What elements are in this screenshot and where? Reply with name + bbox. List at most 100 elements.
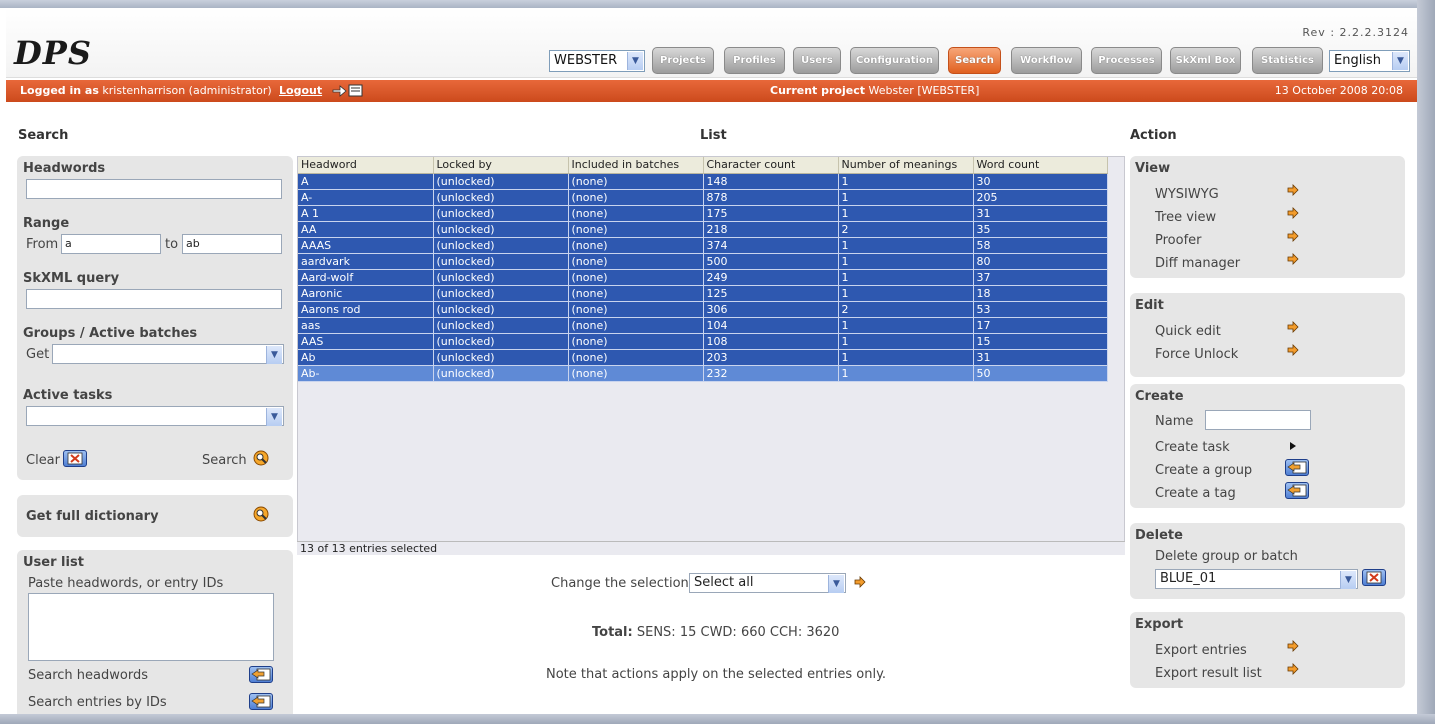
arrow-right-icon[interactable] [1287, 344, 1299, 356]
nav-users[interactable]: Users [793, 47, 841, 74]
change-selection-select[interactable]: Select all ▼ [689, 573, 846, 593]
search-icon[interactable] [253, 450, 271, 468]
action-section-title: Action [1130, 128, 1177, 143]
delete-title: Delete [1135, 528, 1183, 543]
create-group-action[interactable]: Create a group [1155, 463, 1252, 478]
table-row[interactable]: aardvark (unlocked) (none) 500 1 80 [298, 253, 1108, 270]
force-unlock-action[interactable]: Force Unlock [1155, 347, 1238, 362]
table-row[interactable]: A 1 (unlocked) (none) 175 1 31 [298, 205, 1108, 222]
user-list-textarea[interactable] [28, 593, 274, 661]
language-select[interactable]: English ▼ [1329, 50, 1410, 72]
table-row[interactable]: AAS (unlocked) (none) 108 1 15 [298, 333, 1108, 350]
entry-table-body: A (unlocked) (none) 148 1 30 A- (unlocked) (none… [298, 173, 1108, 382]
nav-processes[interactable]: Processes [1091, 47, 1162, 74]
table-row[interactable]: AAAS (unlocked) (none) 374 1 58 [298, 237, 1108, 254]
export-result-list-action[interactable]: Export result list [1155, 666, 1262, 681]
proofer-action[interactable]: Proofer [1155, 233, 1202, 248]
cell-locked-by: (unlocked) [433, 253, 569, 270]
column-header-character-count[interactable]: Character count [703, 157, 839, 174]
nav-skxml-box[interactable]: SkXml Box [1170, 47, 1241, 74]
app-logo: DPS [14, 34, 92, 72]
table-row[interactable]: A (unlocked) (none) 148 1 30 [298, 173, 1108, 190]
range-from-input[interactable]: a [61, 234, 161, 254]
table-row[interactable]: AA (unlocked) (none) 218 2 35 [298, 221, 1108, 238]
arrow-right-icon[interactable] [1287, 184, 1299, 196]
header: DPS Rev : 2.2.2.3124 WEBSTER ▼ Projects … [6, 8, 1417, 78]
cell-locked-by: (unlocked) [433, 221, 569, 238]
create-tag-button[interactable] [1285, 482, 1309, 499]
nav-configuration[interactable]: Configuration [850, 47, 939, 74]
clear-button[interactable] [63, 450, 87, 467]
quick-edit-action[interactable]: Quick edit [1155, 324, 1221, 339]
column-header-word-count[interactable]: Word count [973, 157, 1108, 174]
groups-batches-select[interactable]: ▼ [52, 344, 284, 364]
arrow-right-icon[interactable] [1287, 663, 1299, 675]
cell-batches: (none) [568, 189, 704, 206]
create-panel: Create Name Create task Create a group C… [1130, 384, 1405, 508]
delete-group-select[interactable]: BLUE_01 ▼ [1155, 569, 1358, 589]
cell-batches: (none) [568, 269, 704, 286]
arrow-right-icon[interactable] [1287, 321, 1299, 333]
arrow-right-icon[interactable] [1287, 207, 1299, 219]
table-row[interactable]: Aarons rod (unlocked) (none) 306 2 53 [298, 301, 1108, 318]
create-task-action[interactable]: Create task [1155, 440, 1230, 455]
cell-locked-by: (unlocked) [433, 333, 569, 350]
search-icon[interactable] [253, 506, 271, 524]
app: DPS Rev : 2.2.2.3124 WEBSTER ▼ Projects … [6, 8, 1417, 714]
delete-group-label: Delete group or batch [1155, 549, 1298, 564]
create-group-button[interactable] [1285, 459, 1309, 476]
column-header-batches[interactable]: Included in batches [568, 157, 704, 174]
total-value: SENS: 15 CWD: 660 CCH: 3620 [636, 625, 840, 640]
column-header-locked-by[interactable]: Locked by [433, 157, 569, 174]
table-row[interactable]: Aard-wolf (unlocked) (none) 249 1 37 [298, 269, 1108, 286]
cell-word-count: 17 [973, 317, 1108, 334]
cell-word-count: 30 [973, 173, 1108, 190]
cell-word-count: 53 [973, 301, 1108, 318]
cell-word-count: 37 [973, 269, 1108, 286]
cell-headword: Ab- [298, 365, 434, 382]
user-list-title: User list [23, 555, 84, 570]
logout-link[interactable]: Logout [279, 80, 322, 102]
table-row[interactable]: Aaronic (unlocked) (none) 125 1 18 [298, 285, 1108, 302]
delete-group-button[interactable] [1362, 569, 1386, 586]
switch-project-icon[interactable] [332, 83, 364, 98]
range-to-input[interactable]: ab [182, 234, 282, 254]
project-select-value: WEBSTER [554, 53, 618, 68]
name-input[interactable] [1205, 410, 1311, 430]
arrow-right-icon[interactable] [1287, 230, 1299, 242]
diff-manager-action[interactable]: Diff manager [1155, 256, 1240, 271]
skxml-query-input[interactable] [26, 289, 282, 309]
table-row[interactable]: A- (unlocked) (none) 878 1 205 [298, 189, 1108, 206]
chevron-down-icon: ▼ [1340, 571, 1356, 589]
arrow-right-icon[interactable] [1287, 253, 1299, 265]
active-tasks-select[interactable]: ▼ [26, 406, 284, 426]
arrow-right-icon[interactable] [1287, 640, 1299, 652]
nav-profiles[interactable]: Profiles [724, 47, 785, 74]
search-headwords-button[interactable] [249, 666, 273, 683]
cell-headword: AAS [298, 333, 434, 350]
cell-locked-by: (unlocked) [433, 301, 569, 318]
table-row[interactable]: Ab- (unlocked) (none) 232 1 50 [298, 365, 1108, 382]
search-ids-button[interactable] [249, 693, 273, 710]
table-row[interactable]: aas (unlocked) (none) 104 1 17 [298, 317, 1108, 334]
create-title: Create [1135, 389, 1184, 404]
project-select[interactable]: WEBSTER ▼ [549, 50, 645, 72]
create-tag-action[interactable]: Create a tag [1155, 486, 1236, 501]
nav-search[interactable]: Search [948, 47, 1001, 74]
triangle-right-icon[interactable] [1289, 441, 1297, 451]
chevron-down-icon: ▼ [266, 408, 282, 426]
wysiwyg-action[interactable]: WYSIWYG [1155, 187, 1219, 202]
export-entries-action[interactable]: Export entries [1155, 643, 1247, 658]
search-ids-label: Search entries by IDs [28, 695, 167, 710]
nav-statistics[interactable]: Statistics [1252, 47, 1323, 74]
column-header-headword[interactable]: Headword [298, 157, 434, 174]
nav-projects[interactable]: Projects [652, 47, 714, 74]
column-header-meanings[interactable]: Number of meanings [838, 157, 974, 174]
tree-view-action[interactable]: Tree view [1155, 210, 1216, 225]
nav-workflow[interactable]: Workflow [1011, 47, 1082, 74]
cell-batches: (none) [568, 285, 704, 302]
cell-batches: (none) [568, 221, 704, 238]
headwords-input[interactable] [26, 179, 282, 199]
apply-selection-arrow-icon[interactable] [854, 576, 866, 588]
table-row[interactable]: Ab (unlocked) (none) 203 1 31 [298, 349, 1108, 366]
